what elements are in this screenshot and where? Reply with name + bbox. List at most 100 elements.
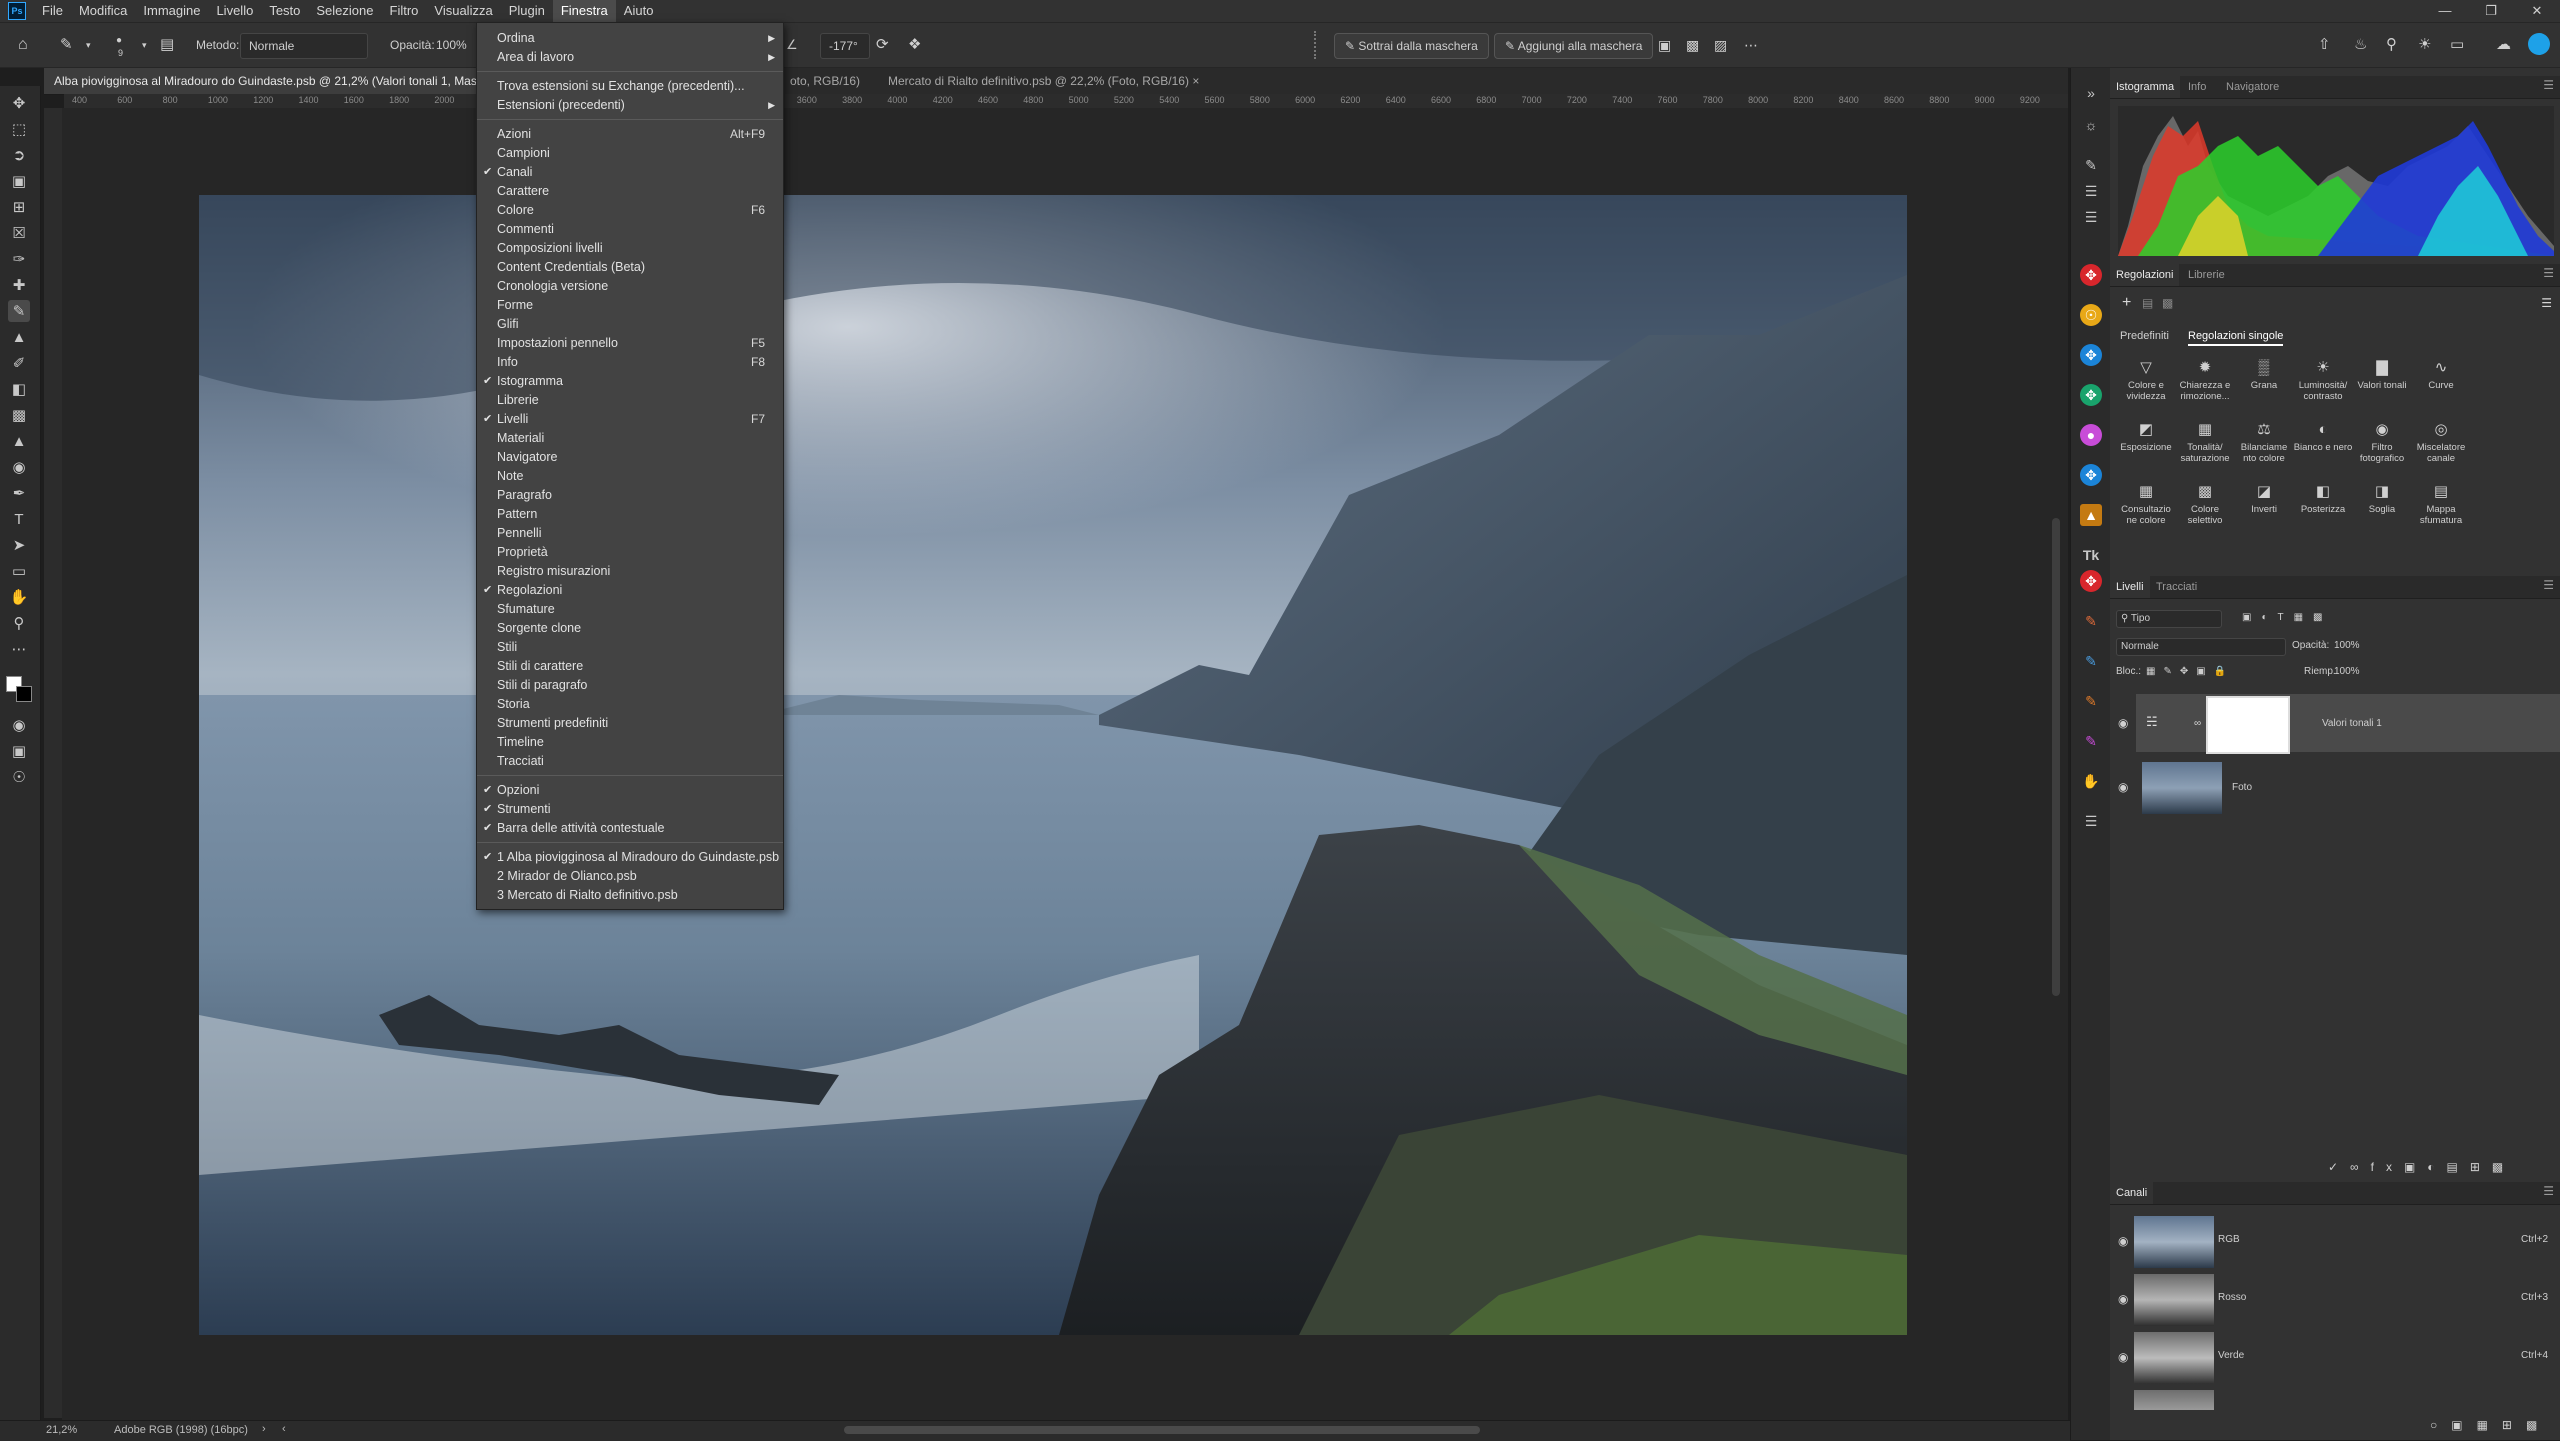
- adjustment-button[interactable]: ◎ Miscelatore canale: [2411, 420, 2471, 464]
- channel-name[interactable]: Rosso: [2218, 1292, 2246, 1303]
- menu-item[interactable]: Sorgente clone: [477, 619, 783, 638]
- bell-icon[interactable]: ♨: [2354, 33, 2367, 57]
- subtab-predefiniti[interactable]: Predefiniti: [2120, 330, 2169, 342]
- clone-stamp-tool-icon[interactable]: ▲: [8, 326, 30, 348]
- type-tool-icon[interactable]: T: [8, 508, 30, 530]
- chevron-down-icon[interactable]: ▾: [86, 33, 91, 57]
- adjustment-button[interactable]: ◧ Posterizza: [2293, 482, 2353, 515]
- adjustment-button[interactable]: ▒ Grana: [2234, 358, 2294, 391]
- menu-item[interactable]: 2 Mirador de Olianco.psb: [477, 867, 783, 886]
- tab-document-2[interactable]: oto, RGB/16): [780, 68, 870, 94]
- close-icon[interactable]: ✕: [2514, 0, 2560, 22]
- mask-delete-icon[interactable]: ▨: [1714, 33, 1727, 57]
- plugin-blue-icon[interactable]: ✥: [2080, 344, 2102, 366]
- adjustment-button[interactable]: ◐ Bianco e nero: [2293, 420, 2353, 453]
- menu-immagine[interactable]: Immagine: [135, 0, 208, 22]
- menu-item[interactable]: Content Credentials (Beta): [477, 258, 783, 277]
- panel-menu-icon[interactable]: ☰: [2543, 578, 2554, 592]
- layer-opacity-value[interactable]: 100%: [2334, 640, 2360, 651]
- adjustment-button[interactable]: ◩ Esposizione: [2116, 420, 2176, 453]
- plugin-brush-icon[interactable]: ✎: [2080, 610, 2102, 632]
- add-mask-button[interactable]: ✎ Aggiungi alla maschera: [1494, 33, 1654, 59]
- history-brush-tool-icon[interactable]: ✐: [8, 352, 30, 374]
- subtab-regolazioni-singole[interactable]: Regolazioni singole: [2188, 330, 2284, 346]
- menu-item[interactable]: ✔ Canali: [477, 163, 783, 182]
- zoom-level[interactable]: 21,2%: [46, 1424, 77, 1436]
- channel-name[interactable]: RGB: [2218, 1234, 2240, 1245]
- dodge-tool-icon[interactable]: ◉: [8, 456, 30, 478]
- lasso-tool-icon[interactable]: ➲: [8, 144, 30, 166]
- symmetry-icon[interactable]: ❖: [908, 33, 921, 57]
- plugin-brush-2-icon[interactable]: ✎: [2080, 650, 2102, 672]
- plugin-green-icon[interactable]: ✥: [2080, 384, 2102, 406]
- adjustment-button[interactable]: ⚖ Bilanciame nto colore: [2234, 420, 2294, 464]
- tab-canali[interactable]: Canali: [2110, 1182, 2154, 1204]
- adjustment-button[interactable]: ✹ Chiarezza e rimozione...: [2175, 358, 2235, 402]
- menu-finestra[interactable]: Finestra: [552, 0, 616, 22]
- tab-livelli[interactable]: Livelli: [2110, 576, 2150, 598]
- share-icon[interactable]: ⇧: [2318, 33, 2331, 57]
- tab-document-3[interactable]: Mercato di Rialto definitivo.psb @ 22,2%…: [878, 68, 1209, 94]
- menu-item[interactable]: Storia: [477, 695, 783, 714]
- adjustment-button[interactable]: ∿ Curve: [2411, 358, 2471, 391]
- adjustment-button[interactable]: ▽ Colore e vividezza: [2116, 358, 2176, 402]
- menu-item[interactable]: ✔ Opzioni: [477, 781, 783, 800]
- menu-item[interactable]: Impostazioni pennello F5: [477, 334, 783, 353]
- menu-item[interactable]: Estensioni (precedenti) ▶: [477, 96, 783, 115]
- adjustment-button[interactable]: ▤ Mappa sfumatura: [2411, 482, 2471, 526]
- menu-item[interactable]: Proprietà: [477, 543, 783, 562]
- layer-name[interactable]: Foto: [2232, 782, 2252, 793]
- brush-preset-picker[interactable]: ● 9: [116, 29, 123, 58]
- menu-item[interactable]: Cronologia versione: [477, 277, 783, 296]
- frame-tool-icon[interactable]: ☒: [8, 222, 30, 244]
- layer-filter-icons[interactable]: ▣◐T▦▩: [2242, 612, 2333, 623]
- object-selection-tool-icon[interactable]: ▣: [8, 170, 30, 192]
- adjust-icon[interactable]: ☰: [2080, 180, 2102, 202]
- history-icon[interactable]: ☼: [2080, 114, 2102, 136]
- tab-istogramma[interactable]: Istogramma: [2110, 76, 2181, 98]
- workspace-icon[interactable]: ▭: [2450, 33, 2464, 57]
- zoom-tool-icon[interactable]: ⚲: [8, 612, 30, 634]
- menu-item[interactable]: Stili di paragrafo: [477, 676, 783, 695]
- eye-icon[interactable]: ◉: [2118, 716, 2128, 730]
- menu-item[interactable]: Trova estensioni su Exchange (precedenti…: [477, 77, 783, 96]
- plugin-color-icon[interactable]: ●: [2080, 424, 2102, 446]
- menu-item[interactable]: Commenti: [477, 220, 783, 239]
- menu-item[interactable]: Note: [477, 467, 783, 486]
- layer-filter-select[interactable]: ⚲ Tipo: [2116, 610, 2222, 628]
- menu-item[interactable]: Navigatore: [477, 448, 783, 467]
- menu-item[interactable]: Paragrafo: [477, 486, 783, 505]
- menu-item[interactable]: Composizioni livelli: [477, 239, 783, 258]
- adjustment-button[interactable]: ◉ Filtro fotografico: [2352, 420, 2412, 464]
- pen-tool-icon[interactable]: ✒: [8, 482, 30, 504]
- hand-tool-icon[interactable]: ✋: [8, 586, 30, 608]
- panel-menu-icon[interactable]: ☰: [2543, 78, 2554, 92]
- chevron-right-icon[interactable]: ›: [262, 1423, 266, 1435]
- tab-tracciati[interactable]: Tracciati: [2150, 576, 2203, 598]
- arrows-icon[interactable]: »: [2080, 82, 2102, 104]
- gradient-tool-icon[interactable]: ▩: [8, 404, 30, 426]
- adjustment-button[interactable]: ▦ Tonalità/ saturazione: [2175, 420, 2235, 464]
- home-icon[interactable]: ⌂: [18, 33, 28, 57]
- tab-navigatore[interactable]: Navigatore: [2220, 76, 2285, 98]
- marquee-tool-icon[interactable]: ⬚: [8, 118, 30, 140]
- menu-livello[interactable]: Livello: [208, 0, 261, 22]
- eye-icon[interactable]: ◉: [2118, 1292, 2128, 1306]
- menu-filtro[interactable]: Filtro: [382, 0, 427, 22]
- brush-tool-icon[interactable]: ✎: [8, 300, 30, 322]
- document-image[interactable]: [199, 195, 1907, 1335]
- adjustment-button[interactable]: ◪ Inverti: [2234, 482, 2294, 515]
- menu-item[interactable]: Tracciati: [477, 752, 783, 771]
- menu-selezione[interactable]: Selezione: [308, 0, 381, 22]
- menu-item[interactable]: ✔ Regolazioni: [477, 581, 783, 600]
- menu-testo[interactable]: Testo: [261, 0, 308, 22]
- menu-item[interactable]: ✔ 1 Alba piovigginosa al Miradouro do Gui…: [477, 848, 783, 867]
- subtract-mask-button[interactable]: ✎ Sottrai dalla maschera: [1334, 33, 1489, 59]
- menu-item[interactable]: Area di lavoro ▶: [477, 48, 783, 67]
- minimize-icon[interactable]: —: [2422, 0, 2468, 22]
- healing-brush-tool-icon[interactable]: ✚: [8, 274, 30, 296]
- link-icon[interactable]: ∞: [2194, 718, 2201, 729]
- lightbulb-icon[interactable]: ☀: [2418, 33, 2431, 57]
- eye-icon[interactable]: ◉: [2118, 1234, 2128, 1248]
- plugin-hand-icon[interactable]: ✋: [2080, 770, 2102, 792]
